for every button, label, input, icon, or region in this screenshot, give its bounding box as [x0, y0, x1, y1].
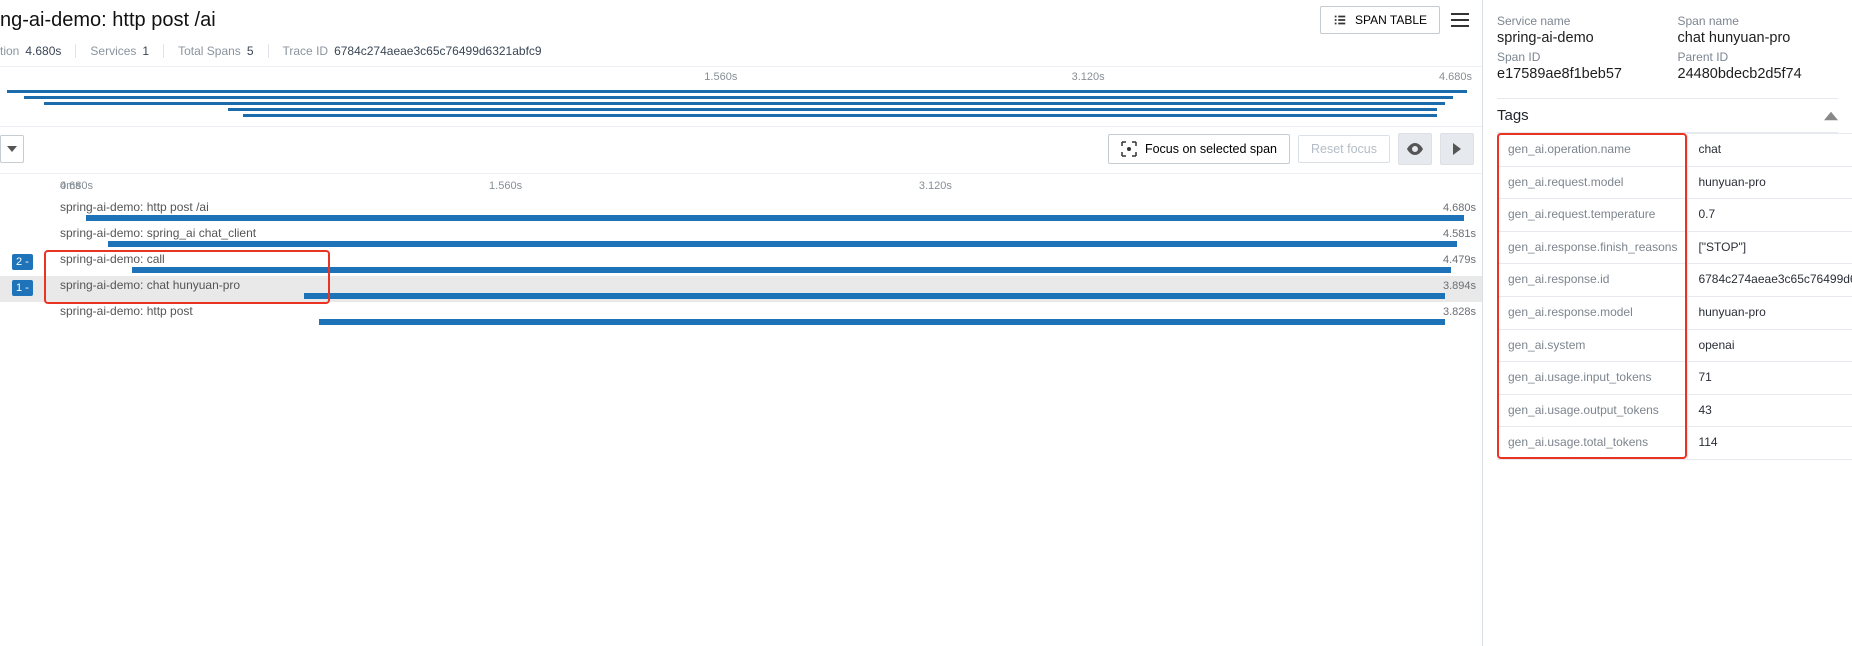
focus-icon [1121, 141, 1137, 157]
chevron-right-icon [1453, 143, 1461, 155]
span-label: spring-ai-demo: call [60, 252, 165, 266]
span-duration: 3.894s [1443, 280, 1476, 292]
span-duration: 4.581s [1443, 228, 1476, 240]
tags-header[interactable]: Tags [1497, 98, 1838, 133]
tag-row: gen_ai.response.modelhunyuan-pro [1498, 296, 1852, 329]
tick-label: 3.120s [1072, 71, 1105, 83]
span-bar [132, 267, 1451, 273]
span-bar [304, 293, 1445, 299]
tag-key: gen_ai.usage.output_tokens [1498, 394, 1688, 427]
tag-row: gen_ai.request.modelhunyuan-pro [1498, 166, 1852, 199]
span-duration: 4.680s [1443, 202, 1476, 214]
chevron-down-icon [7, 146, 17, 152]
tag-value: chat [1688, 134, 1852, 167]
trace-meta: tion 4.680s Services 1 Total Spans 5 Tra… [0, 34, 1482, 67]
waterfall[interactable]: 0ms 1.560s 3.120s 4.680s spring-ai-demo:… [0, 174, 1482, 328]
span-bar [108, 241, 1457, 247]
tag-key: gen_ai.response.finish_reasons [1498, 231, 1688, 264]
tag-row: gen_ai.operation.namechat [1498, 134, 1852, 167]
menu-button[interactable] [1446, 6, 1474, 34]
tag-value: hunyuan-pro [1688, 166, 1852, 199]
dropdown-toggle[interactable] [0, 135, 24, 163]
tick-label: 3.120s [919, 180, 952, 192]
collapse-badge[interactable]: 1 - [12, 280, 33, 296]
tag-value: 114 [1688, 427, 1852, 460]
span-label: spring-ai-demo: chat hunyuan-pro [60, 278, 240, 292]
tag-value: openai [1688, 329, 1852, 362]
tag-key: gen_ai.request.temperature [1498, 199, 1688, 232]
tag-key: gen_ai.operation.name [1498, 134, 1688, 167]
span-label: spring-ai-demo: http post /ai [60, 200, 209, 214]
tick-label: 1.560s [489, 180, 522, 192]
tick-label: 0ms [60, 180, 81, 192]
service-name: spring-ai-demo [1497, 30, 1658, 46]
span-id-label: Span ID [1497, 50, 1658, 64]
tag-key: gen_ai.usage.input_tokens [1498, 362, 1688, 395]
list-icon [1333, 13, 1347, 27]
tag-row: gen_ai.response.finish_reasons["STOP"] [1498, 231, 1852, 264]
span-row[interactable]: spring-ai-demo: http post /ai 4.680s [0, 198, 1482, 224]
tag-key: gen_ai.response.id [1498, 264, 1688, 297]
focus-button[interactable]: Focus on selected span [1108, 134, 1290, 164]
span-duration: 4.479s [1443, 254, 1476, 266]
page-title: ng-ai-demo: http post /ai [0, 9, 216, 32]
span-table-button[interactable]: SPAN TABLE [1320, 6, 1440, 34]
span-name-label: Span name [1678, 14, 1839, 28]
tag-value: hunyuan-pro [1688, 296, 1852, 329]
tag-value: 71 [1688, 362, 1852, 395]
eye-icon [1406, 143, 1424, 155]
tag-value: 43 [1688, 394, 1852, 427]
span-row[interactable]: spring-ai-demo: call 4.479s [0, 250, 1482, 276]
tags-table: gen_ai.operation.namechatgen_ai.request.… [1497, 133, 1852, 460]
tag-row: gen_ai.usage.input_tokens71 [1498, 362, 1852, 395]
minimap[interactable]: 1.560s 3.120s 4.680s [0, 67, 1482, 126]
tag-value: 0.7 [1688, 199, 1852, 232]
parent-id-label: Parent ID [1678, 50, 1839, 64]
reset-focus-button: Reset focus [1298, 135, 1390, 163]
tick-label: 4.680s [1439, 71, 1472, 83]
span-bar [86, 215, 1464, 221]
tag-row: gen_ai.usage.output_tokens43 [1498, 394, 1852, 427]
tags-label: Tags [1497, 107, 1529, 124]
hamburger-icon [1451, 13, 1469, 27]
tick-label: 1.560s [704, 71, 737, 83]
span-bar [319, 319, 1445, 325]
span-name: chat hunyuan-pro [1678, 30, 1839, 46]
chevron-up-icon [1824, 109, 1838, 123]
tag-row: gen_ai.usage.total_tokens114 [1498, 427, 1852, 460]
focus-label: Focus on selected span [1145, 142, 1277, 156]
collapse-badge[interactable]: 2 - [12, 254, 33, 270]
tag-row: gen_ai.response.id6784c274aeae3c65c76499… [1498, 264, 1852, 297]
parent-id: 24480bdecb2d5f74 [1678, 66, 1839, 82]
tag-key: gen_ai.request.model [1498, 166, 1688, 199]
visibility-button[interactable] [1398, 133, 1432, 165]
tag-value: ["STOP"] [1688, 231, 1852, 264]
span-id: e17589ae8f1beb57 [1497, 66, 1658, 82]
span-row[interactable]: spring-ai-demo: spring_ai chat_client 4.5… [0, 224, 1482, 250]
tag-key: gen_ai.response.model [1498, 296, 1688, 329]
service-name-label: Service name [1497, 14, 1658, 28]
span-row[interactable]: spring-ai-demo: chat hunyuan-pro 3.894s [0, 276, 1482, 302]
details-panel: Service name spring-ai-demo Span name ch… [1482, 0, 1852, 646]
tag-value: 6784c274aeae3c65c76499d6321abfc9 [1688, 264, 1852, 297]
collapse-button[interactable] [1440, 133, 1474, 165]
tag-row: gen_ai.systemopenai [1498, 329, 1852, 362]
span-label: spring-ai-demo: spring_ai chat_client [60, 226, 256, 240]
tag-row: gen_ai.request.temperature0.7 [1498, 199, 1852, 232]
span-label: spring-ai-demo: http post [60, 304, 193, 318]
tag-key: gen_ai.system [1498, 329, 1688, 362]
tag-key: gen_ai.usage.total_tokens [1498, 427, 1688, 460]
span-duration: 3.828s [1443, 306, 1476, 318]
span-row[interactable]: spring-ai-demo: http post 3.828s [0, 302, 1482, 328]
span-table-label: SPAN TABLE [1355, 13, 1427, 27]
